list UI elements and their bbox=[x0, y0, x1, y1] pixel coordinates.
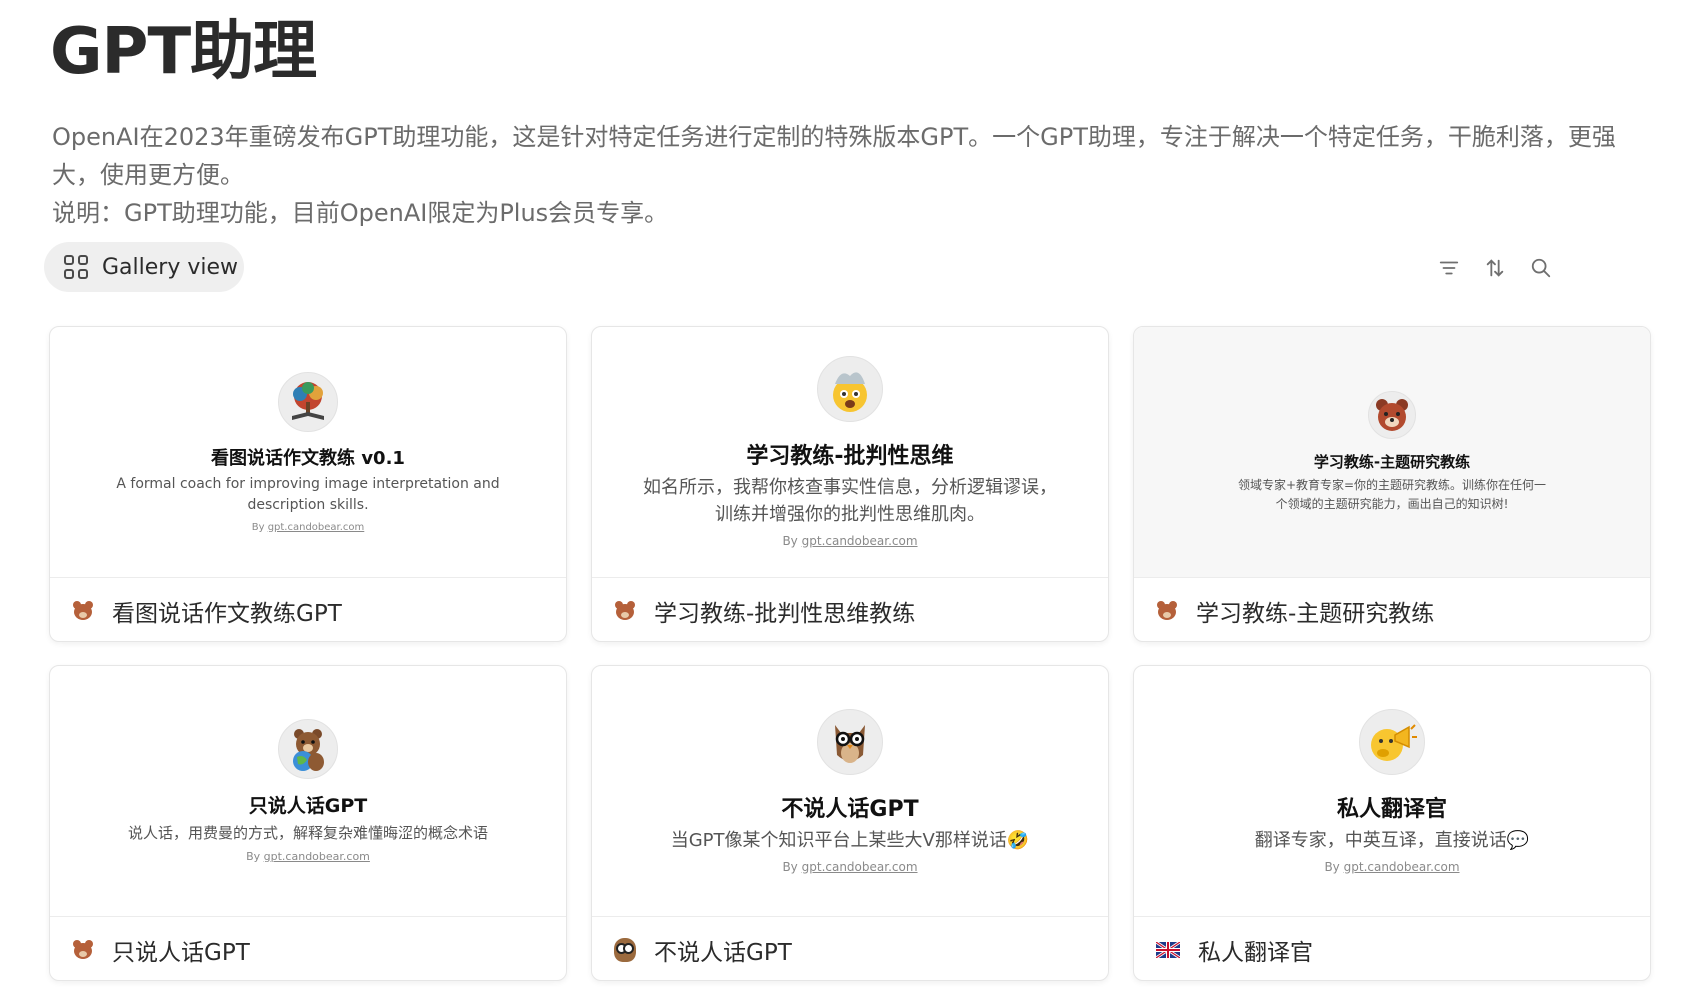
author-link[interactable]: gpt.candobear.com bbox=[268, 522, 365, 533]
author-link[interactable]: gpt.candobear.com bbox=[1344, 860, 1460, 874]
page: GPT助理 OpenAI在2023年重磅发布GPT助理功能，这是针对特定任务进行… bbox=[0, 0, 1699, 1004]
page-title: GPT助理 bbox=[50, 15, 317, 89]
card-footer: 看图说话作文教练GPT bbox=[50, 578, 566, 641]
bear-face-icon bbox=[1368, 390, 1416, 439]
author-link[interactable]: gpt.candobear.com bbox=[802, 860, 918, 874]
gallery-card[interactable]: 看图说话作文教练 v0.1 A formal coach for improvi… bbox=[49, 326, 567, 642]
card-preview-title: 学习教练-主题研究教练 bbox=[1313, 452, 1471, 471]
megaphone-emoji-icon bbox=[1359, 708, 1425, 775]
card-preview-title: 看图说话作文教练 v0.1 bbox=[211, 447, 405, 469]
card-preview: 私人翻译官 翻译专家，中英互译，直接说话💬 By gpt.candobear.c… bbox=[1134, 666, 1650, 917]
bear-globe-icon bbox=[278, 719, 338, 779]
card-preview: 学习教练-主题研究教练 领域专家+教育专家=你的主题研究教练。训练你在任何一个领… bbox=[1134, 327, 1650, 578]
bear-icon bbox=[72, 600, 94, 622]
owl-icon bbox=[614, 937, 636, 962]
card-preview-description: 领域专家+教育专家=你的主题研究教练。训练你在任何一个领域的主题研究能力，画出自… bbox=[1237, 477, 1547, 511]
author-prefix: By bbox=[1324, 859, 1340, 874]
card-preview: 只说人话GPT 说人话，用费曼的方式，解释复杂难懂晦涩的概念术语 By gpt.… bbox=[50, 666, 566, 917]
card-name: 不说人话GPT bbox=[654, 939, 792, 966]
card-footer: 私人翻译官 bbox=[1134, 917, 1650, 980]
description-text: OpenAI在2023年重磅发布GPT助理功能，这是针对特定任务进行定制的特殊版… bbox=[52, 123, 1616, 189]
card-preview-author: By gpt.candobear.com bbox=[246, 850, 370, 863]
view-label: Gallery view bbox=[102, 254, 239, 280]
page-description: OpenAI在2023年重磅发布GPT助理功能，这是针对特定任务进行定制的特殊版… bbox=[52, 118, 1652, 232]
filter-icon[interactable] bbox=[1437, 256, 1461, 280]
card-preview-description: 如名所示，我帮你核查事实性信息，分析逻辑谬误，训练并增强你的批判性思维肌肉。 bbox=[643, 477, 1057, 525]
card-preview-description: 当GPT像某个知识平台上某些大V那样说话🤣 bbox=[670, 829, 1030, 851]
bear-icon bbox=[1156, 600, 1178, 622]
gallery-card[interactable]: 私人翻译官 翻译专家，中英互译，直接说话💬 By gpt.candobear.c… bbox=[1133, 665, 1651, 981]
author-prefix: By bbox=[782, 534, 798, 548]
grid-icon bbox=[64, 255, 88, 279]
sort-icon[interactable] bbox=[1483, 256, 1507, 280]
exploding-head-icon bbox=[817, 356, 883, 422]
card-preview-author: By gpt.candobear.com bbox=[782, 534, 917, 548]
search-icon[interactable] bbox=[1529, 256, 1553, 280]
author-link[interactable]: gpt.candobear.com bbox=[264, 850, 370, 863]
card-footer: 不说人话GPT bbox=[592, 917, 1108, 980]
card-preview: 看图说话作文教练 v0.1 A formal coach for improvi… bbox=[50, 327, 566, 578]
note-text: 说明：GPT助理功能，目前OpenAI限定为Plus会员专享。 bbox=[52, 199, 669, 227]
gallery-card[interactable]: 学习教练-主题研究教练 领域专家+教育专家=你的主题研究教练。训练你在任何一个领… bbox=[1133, 326, 1651, 642]
card-preview-description: A formal coach for improving image inter… bbox=[116, 475, 500, 513]
gallery-card[interactable]: 学习教练-批判性思维 如名所示，我帮你核查事实性信息，分析逻辑谬误，训练并增强你… bbox=[591, 326, 1109, 642]
card-name: 看图说话作文教练GPT bbox=[112, 600, 342, 627]
toolbar bbox=[1437, 256, 1553, 280]
author-prefix: By bbox=[782, 859, 798, 874]
card-preview-title: 学习教练-批判性思维 bbox=[746, 444, 954, 469]
bear-icon bbox=[614, 600, 636, 622]
card-preview-author: By gpt.candobear.com bbox=[252, 522, 365, 533]
card-preview-author: By gpt.candobear.com bbox=[782, 860, 917, 874]
author-prefix: By bbox=[246, 850, 261, 863]
card-footer: 学习教练-批判性思维教练 bbox=[592, 578, 1108, 641]
card-preview-title: 不说人话GPT bbox=[781, 796, 919, 822]
card-preview: 不说人话GPT 当GPT像某个知识平台上某些大V那样说话🤣 By gpt.can… bbox=[592, 666, 1108, 917]
gallery-view-button[interactable]: Gallery view bbox=[44, 242, 244, 292]
card-footer: 只说人话GPT bbox=[50, 917, 566, 980]
card-preview-description: 说人话，用费曼的方式，解释复杂难懂晦涩的概念术语 bbox=[127, 824, 488, 842]
author-prefix: By bbox=[251, 521, 265, 533]
tree-book-icon bbox=[278, 371, 338, 432]
uk-flag-icon bbox=[1156, 941, 1180, 958]
card-preview-description: 翻译专家，中英互译，直接说话💬 bbox=[1254, 829, 1530, 851]
card-name: 学习教练-批判性思维教练 bbox=[654, 600, 916, 627]
bear-icon bbox=[72, 939, 94, 961]
card-name: 只说人话GPT bbox=[112, 939, 250, 966]
gallery-card[interactable]: 只说人话GPT 说人话，用费曼的方式，解释复杂难懂晦涩的概念术语 By gpt.… bbox=[49, 665, 567, 981]
card-preview-title: 只说人话GPT bbox=[248, 795, 368, 817]
author-link[interactable]: gpt.candobear.com bbox=[802, 534, 918, 548]
card-preview: 学习教练-批判性思维 如名所示，我帮你核查事实性信息，分析逻辑谬误，训练并增强你… bbox=[592, 327, 1108, 578]
card-preview-author: By gpt.candobear.com bbox=[1324, 860, 1459, 874]
gallery-card[interactable]: 不说人话GPT 当GPT像某个知识平台上某些大V那样说话🤣 By gpt.can… bbox=[591, 665, 1109, 981]
owl-glasses-icon bbox=[817, 708, 883, 775]
card-name: 私人翻译官 bbox=[1198, 939, 1313, 966]
card-footer: 学习教练-主题研究教练 bbox=[1134, 578, 1650, 641]
card-name: 学习教练-主题研究教练 bbox=[1196, 600, 1435, 627]
card-preview-title: 私人翻译官 bbox=[1336, 796, 1447, 822]
